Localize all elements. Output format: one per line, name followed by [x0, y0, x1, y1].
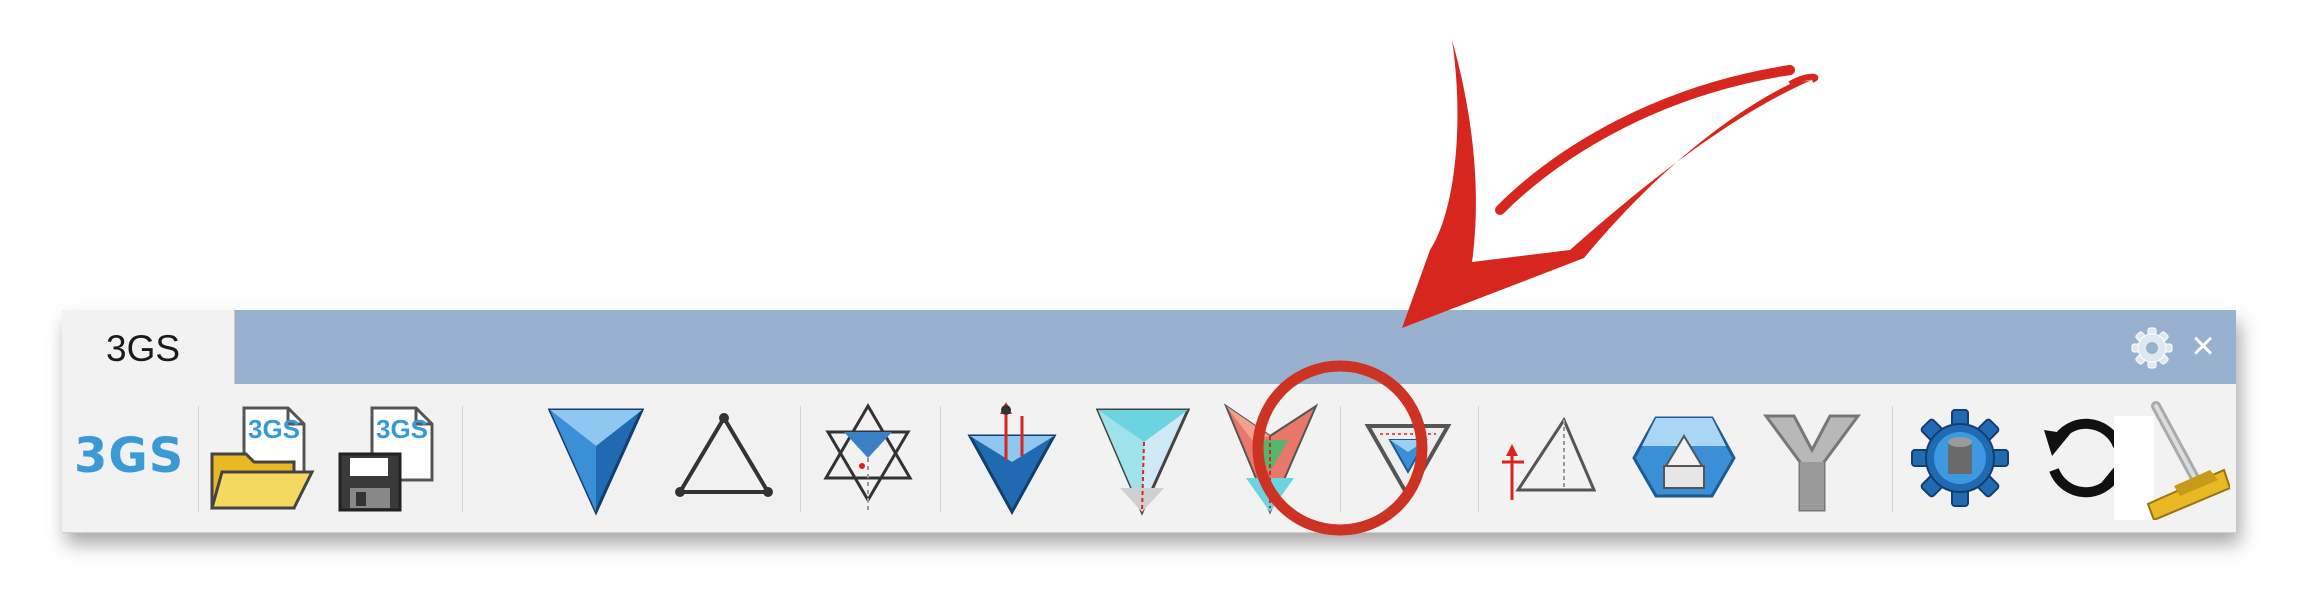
triangle-outline-icon[interactable]: [666, 396, 782, 520]
annotation-arrow: [1402, 40, 1812, 328]
file-badge-text: 3GS: [376, 414, 428, 444]
file-badge-text: 3GS: [248, 414, 300, 444]
plugin-toolbar: 3GS × 3GS 3GS 3GS: [62, 310, 2236, 533]
separator: [1478, 406, 1479, 512]
3gs-logo[interactable]: 3GS: [74, 428, 184, 484]
triangle-dimension-icon[interactable]: [1484, 396, 1600, 520]
separator: [462, 406, 463, 512]
colored-force-diagram-icon[interactable]: [1212, 396, 1328, 520]
broom-clear-icon[interactable]: [2114, 396, 2230, 520]
separator: [1892, 406, 1893, 512]
toolbar-options-gear-icon[interactable]: [2130, 326, 2174, 370]
polyhedron-cell-icon[interactable]: [1626, 396, 1742, 520]
separator: [800, 406, 801, 512]
dual-force-icon[interactable]: [810, 396, 926, 520]
separator: [1340, 406, 1341, 512]
nested-triangle-icon[interactable]: [1350, 396, 1466, 520]
force-polyhedron-icon[interactable]: [954, 396, 1070, 520]
tool-icon-row: 3GS 3GS 3GS: [62, 384, 2236, 533]
save-file-icon[interactable]: 3GS: [332, 396, 448, 520]
separator: [940, 406, 941, 512]
open-file-icon[interactable]: 3GS: [204, 396, 320, 520]
form-diagram-icon[interactable]: [538, 396, 654, 520]
tab-3gs[interactable]: 3GS: [62, 310, 235, 388]
settings-gear-icon[interactable]: [1902, 396, 2018, 520]
tab-label: 3GS: [106, 328, 181, 369]
close-icon[interactable]: ×: [2186, 324, 2220, 368]
tab-strip: 3GS ×: [62, 310, 2236, 388]
tripod-node-icon[interactable]: [1754, 396, 1870, 520]
inverted-pyramid-icon[interactable]: [1084, 396, 1200, 520]
separator: [198, 406, 199, 512]
